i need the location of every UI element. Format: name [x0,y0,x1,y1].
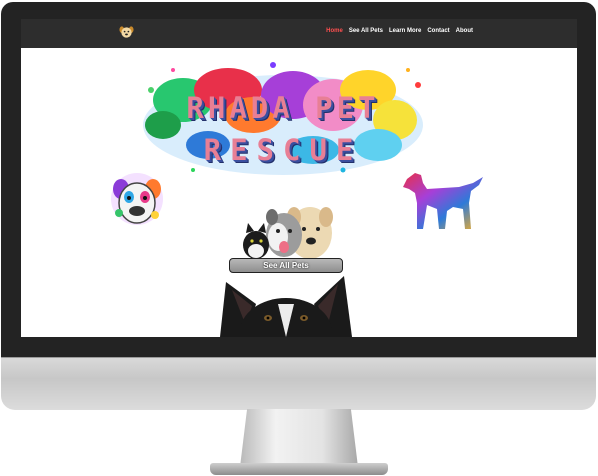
website-screen: Home See All Pets Learn More Contact Abo… [21,19,577,337]
nav-link-about[interactable]: About [456,28,473,34]
nav-link-learn-more[interactable]: Learn More [389,28,421,34]
navbar: Home See All Pets Learn More Contact Abo… [21,19,577,48]
hero-banner: RHADA PET RESCUE [133,45,433,185]
nav-links: Home See All Pets Learn More Contact Abo… [326,28,473,34]
watercolor-dog-silhouette [403,173,483,229]
monitor-stand-foot [210,463,388,475]
watercolor-bulldog-art [111,173,163,225]
peeking-dog-photo [220,276,352,337]
hero-title-line2: RESCUE [203,133,363,167]
nav-link-see-all-pets[interactable]: See All Pets [349,28,383,34]
nav-link-home[interactable]: Home [326,28,343,34]
nav-link-contact[interactable]: Contact [427,28,449,34]
monitor-stand-neck [240,409,358,467]
pets-group-photo [243,207,333,259]
dog-face-icon[interactable] [119,25,134,40]
monitor-chin [1,357,596,410]
hero-title-line1: RHADA PET [186,91,380,125]
see-all-pets-button[interactable]: See All Pets [229,258,343,273]
